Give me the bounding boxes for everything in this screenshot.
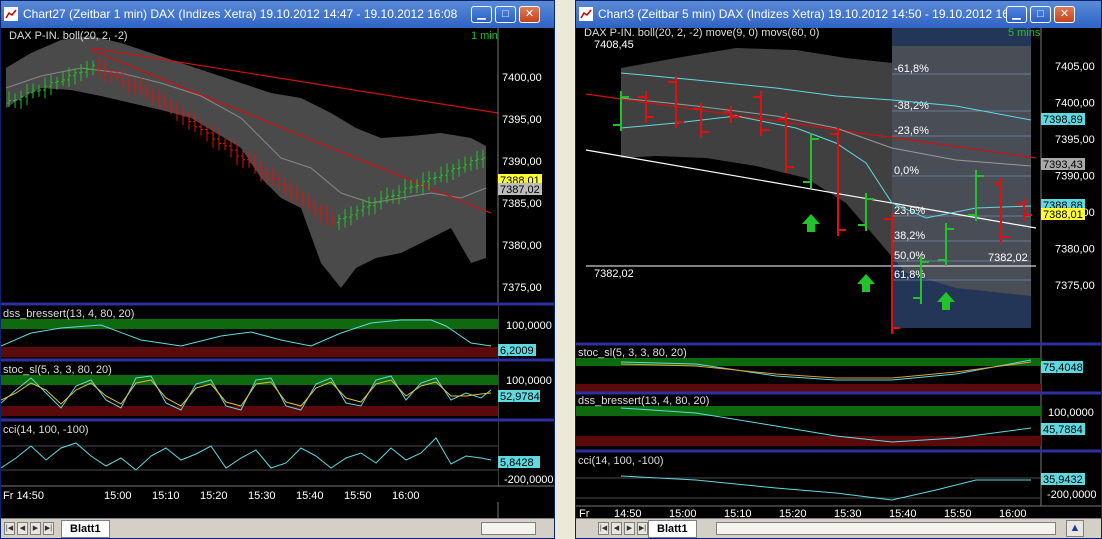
- time-tick-label: 15:20: [200, 490, 228, 502]
- maximize-button[interactable]: □: [1030, 6, 1051, 23]
- time-tick-label: Fr 14:50: [3, 490, 44, 502]
- fib-label: 38,2%: [894, 230, 925, 242]
- chart-area-5min[interactable]: -61,8%-38,2%-23,6%0,0%23,6%38,2%50,0%61,…: [576, 28, 1101, 518]
- time-tick-label: 15:40: [296, 490, 324, 502]
- chart-area-1min[interactable]: DAX P-IN. boll(20, 2, -2) 1 min 7400,00 7…: [1, 28, 554, 518]
- stoc-header: stoc_sl(5, 3, 3, 80, 20): [578, 347, 687, 359]
- close-button[interactable]: ✕: [519, 6, 540, 23]
- chart-tool-icon[interactable]: ▲: [1066, 520, 1084, 537]
- fib-label: -61,8%: [894, 63, 929, 75]
- cci-level: -200,0000: [1047, 489, 1097, 501]
- time-tick-label: 15:00: [104, 490, 132, 502]
- time-tick-label: 15:40: [889, 508, 917, 518]
- price-tick-label: 7375,00: [502, 282, 542, 294]
- price-tick-label: 7400,00: [502, 72, 542, 84]
- price-tag: 7393,43: [1043, 159, 1083, 171]
- price-tick-label: 7390,00: [1055, 171, 1095, 183]
- last-sheet-button[interactable]: ▶|: [637, 522, 648, 535]
- price-tag: 7398,89: [1043, 114, 1083, 126]
- price-tick-label: 7380,00: [502, 240, 542, 252]
- dss-value: 45,7884: [1043, 424, 1083, 436]
- sheet-tab[interactable]: Blatt1: [648, 520, 697, 538]
- price-tick-label: 7395,00: [502, 114, 542, 126]
- level-label: 7382,02: [988, 252, 1028, 264]
- level-label: 7382,02: [594, 268, 634, 280]
- time-tick-label: 14:50: [614, 508, 642, 518]
- chart-app-icon: [4, 7, 18, 21]
- stoc-value: 75,4048: [1043, 362, 1083, 374]
- cci-value: 5,8428: [500, 457, 534, 469]
- cci-value: 35,9432: [1043, 474, 1083, 486]
- next-sheet-button[interactable]: ▶: [624, 522, 635, 535]
- fib-label: 0,0%: [894, 165, 919, 177]
- time-tick-label: 16:00: [392, 490, 420, 502]
- time-tick-label: 15:50: [944, 508, 972, 518]
- price-tick-label: 7380,00: [1055, 244, 1095, 256]
- time-tick-label: 15:30: [834, 508, 862, 518]
- dss-header: dss_bressert(13, 4, 80, 20): [3, 308, 134, 320]
- fib-label: -23,6%: [894, 125, 929, 137]
- chart-window-5min[interactable]: Chart3 (Zeitbar 5 min) DAX (Indizes Xetr…: [575, 0, 1102, 539]
- last-sheet-button[interactable]: ▶|: [43, 522, 54, 535]
- interval-label: 5 mins: [1008, 28, 1041, 39]
- first-sheet-button[interactable]: |◀: [4, 522, 15, 535]
- prev-sheet-button[interactable]: ◀: [17, 522, 28, 535]
- price-tick-label: 7405,00: [1055, 61, 1095, 73]
- price-header: DAX P-IN. boll(20, 2, -2): [9, 30, 128, 42]
- stoc-value: 52,9784: [500, 391, 540, 403]
- time-tick-label: 15:00: [669, 508, 697, 518]
- dss-header: dss_bressert(13, 4, 80, 20): [578, 395, 709, 407]
- stoc-level: 100,0000: [506, 375, 552, 387]
- time-tick-label: 15:20: [779, 508, 807, 518]
- chart-window-1min[interactable]: Chart27 (Zeitbar 1 min) DAX (Indizes Xet…: [0, 0, 555, 539]
- time-tick-label: 15:10: [724, 508, 752, 518]
- price-tick-label: 7385,00: [502, 198, 542, 210]
- chart-app-icon: [579, 7, 593, 21]
- sheet-bar: |◀ ◀ ▶ ▶| Blatt1 ▲: [576, 518, 1101, 538]
- horizontal-scrollbar[interactable]: [481, 522, 536, 535]
- price-tick-label: 7400,00: [1055, 98, 1095, 110]
- window-title: Chart27 (Zeitbar 1 min) DAX (Indizes Xet…: [23, 7, 458, 21]
- next-sheet-button[interactable]: ▶: [30, 522, 41, 535]
- price-tick-label: 7390,00: [502, 156, 542, 168]
- dss-value: 6,2009: [500, 345, 534, 357]
- minimize-button[interactable]: ▁: [471, 6, 492, 23]
- cci-header: cci(14, 100, -100): [578, 455, 664, 467]
- cci-level: -200,0000: [504, 474, 554, 486]
- time-tick-label: 16:00: [999, 508, 1027, 518]
- window-title: Chart3 (Zeitbar 5 min) DAX (Indizes Xetr…: [598, 7, 1026, 21]
- dss-level: 100,0000: [506, 320, 552, 332]
- price-header: DAX P-IN. boll(20, 2, -2) move(9, 0) mov…: [584, 28, 819, 39]
- sheet-tab[interactable]: Blatt1: [61, 520, 110, 538]
- cci-header: cci(14, 100, -100): [3, 424, 89, 436]
- interval-label: 1 min: [471, 30, 498, 42]
- time-tick-label: 15:30: [248, 490, 276, 502]
- price-tick-label: 7395,00: [1055, 134, 1095, 146]
- horizontal-scrollbar[interactable]: [716, 522, 1056, 535]
- first-sheet-button[interactable]: |◀: [598, 522, 609, 535]
- prev-sheet-button[interactable]: ◀: [611, 522, 622, 535]
- dss-level: 100,0000: [1048, 407, 1094, 419]
- stoc-header: stoc_sl(5, 3, 3, 80, 20): [3, 364, 112, 376]
- maximize-button[interactable]: □: [495, 6, 516, 23]
- time-tick-label: Fr: [579, 508, 590, 518]
- sheet-bar: |◀ ◀ ▶ ▶| Blatt1: [1, 518, 554, 538]
- price-tag: 7388,01: [1043, 209, 1083, 221]
- high-label: 7408,45: [594, 39, 634, 51]
- price-tick-label: 7375,00: [1055, 280, 1095, 292]
- close-button[interactable]: ✕: [1054, 6, 1075, 23]
- price-tag: 7387,02: [500, 184, 540, 196]
- minimize-button[interactable]: ▁: [1006, 6, 1027, 23]
- time-tick-label: 15:10: [152, 490, 180, 502]
- time-tick-label: 15:50: [344, 490, 372, 502]
